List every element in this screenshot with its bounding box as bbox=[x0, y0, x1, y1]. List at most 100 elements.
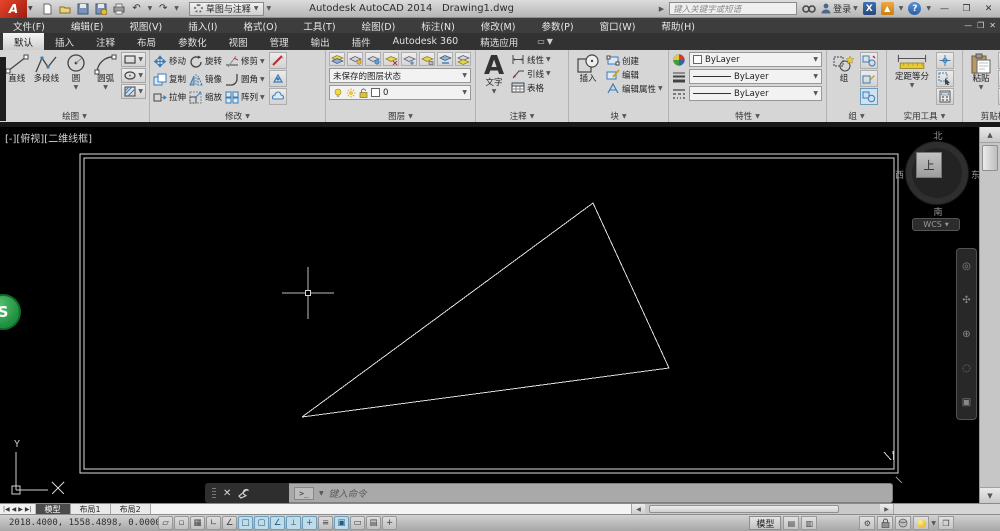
viewcube-north-label[interactable]: 北 bbox=[898, 129, 978, 142]
trim-caret-icon[interactable]: ▼ bbox=[260, 58, 265, 65]
toolbar-lock-button[interactable] bbox=[877, 516, 894, 530]
status-toggle-object-snap[interactable]: □ bbox=[238, 516, 253, 530]
command-input[interactable]: >_ ▼ 键入命令 bbox=[289, 483, 893, 503]
menu-item-6[interactable]: 绘图(D) bbox=[349, 18, 409, 33]
search-input[interactable]: 键入关键字或短语 bbox=[669, 2, 798, 15]
clean-screen-button[interactable]: ❐ bbox=[938, 516, 954, 530]
window-minimize-button[interactable]: — bbox=[936, 2, 953, 16]
ribbon-tab-5[interactable]: 视图 bbox=[218, 33, 259, 50]
ellipse-button[interactable]: ▼ bbox=[121, 68, 146, 83]
linetype-icon[interactable] bbox=[672, 88, 686, 100]
command-line-grip[interactable]: ✕ bbox=[205, 483, 289, 503]
edit-block-button[interactable]: 编辑 bbox=[606, 68, 663, 81]
customize-wrench-icon[interactable] bbox=[238, 487, 250, 499]
erase-button[interactable] bbox=[268, 52, 287, 69]
menu-item-3[interactable]: 插入(I) bbox=[175, 18, 230, 33]
tab-layout1[interactable]: 布局1 bbox=[70, 504, 111, 514]
layer-isolate-button[interactable] bbox=[383, 52, 399, 66]
quick-select-button[interactable] bbox=[936, 70, 954, 87]
leader-button[interactable]: 引线 ▼ bbox=[511, 67, 551, 80]
fillet-button[interactable]: 圆角 ▼ bbox=[225, 73, 265, 86]
menu-item-4[interactable]: 格式(O) bbox=[230, 18, 290, 33]
last-tab-button[interactable]: ▶| bbox=[25, 506, 32, 513]
array-caret-icon[interactable]: ▼ bbox=[260, 94, 265, 101]
menu-item-2[interactable]: 视图(V) bbox=[116, 18, 175, 33]
arc-button[interactable]: 圆弧 ▼ bbox=[92, 52, 120, 92]
status-toggle-snap-mode[interactable]: ▫ bbox=[174, 516, 189, 530]
undo-caret-icon[interactable]: ▼ bbox=[148, 5, 153, 12]
layer-dropdown[interactable]: 0 ▼ bbox=[329, 85, 471, 100]
ribbon-tab-1[interactable]: 插入 bbox=[44, 33, 85, 50]
insert-block-button[interactable]: 插入 bbox=[572, 52, 604, 85]
group-button[interactable]: 组 bbox=[830, 52, 858, 85]
rectangle-button[interactable]: ▼ bbox=[121, 52, 146, 67]
horizontal-scroll-thumb[interactable] bbox=[649, 505, 839, 513]
viewport-controls[interactable]: [-][俯视][二维线框] bbox=[5, 130, 92, 145]
move-button[interactable]: 移动 bbox=[153, 54, 186, 68]
measure-caret-icon[interactable]: ▼ bbox=[910, 82, 915, 90]
create-block-button[interactable]: 创建 bbox=[606, 54, 663, 67]
status-toggle-lineweight[interactable]: ≡ bbox=[318, 516, 333, 530]
hatch-button[interactable]: ▼ bbox=[121, 84, 146, 99]
horizontal-scrollbar[interactable]: ◀ ▶ bbox=[631, 504, 893, 514]
object-color-dropdown[interactable]: ByLayer ▼ bbox=[689, 52, 822, 67]
status-caret-icon[interactable]: ▼ bbox=[931, 520, 936, 527]
scale-button[interactable]: 缩放 bbox=[189, 91, 222, 104]
open-file-button[interactable] bbox=[58, 2, 72, 15]
help-icon[interactable]: ? bbox=[908, 2, 922, 15]
menu-item-9[interactable]: 参数(P) bbox=[528, 18, 586, 33]
modify-panel-footer[interactable]: 修改 ▼ bbox=[150, 110, 325, 122]
arc-caret-icon[interactable]: ▼ bbox=[103, 84, 108, 92]
status-toggle-object-snap-tracking[interactable]: ∠ bbox=[270, 516, 285, 530]
sign-in-button[interactable]: 登录 ▼ bbox=[821, 2, 858, 15]
menu-item-7[interactable]: 标注(N) bbox=[408, 18, 468, 33]
save-as-button[interactable] bbox=[94, 2, 108, 15]
status-toggle-ortho-mode[interactable]: ∟ bbox=[206, 516, 221, 530]
paste-caret-icon[interactable]: ▼ bbox=[979, 84, 984, 92]
isolate-objects-button[interactable] bbox=[895, 516, 912, 530]
scroll-up-button[interactable]: ▲ bbox=[980, 127, 1000, 143]
ribbon-tab-6[interactable]: 管理 bbox=[259, 33, 300, 50]
zoom-icon[interactable]: ⊕ bbox=[962, 329, 970, 340]
menu-item-0[interactable]: 文件(F) bbox=[0, 18, 58, 33]
vertical-scroll-thumb[interactable] bbox=[982, 145, 998, 171]
draw-panel-footer[interactable]: 绘图 ▼ bbox=[0, 110, 149, 122]
layer-properties-button[interactable] bbox=[329, 52, 345, 66]
app-logo[interactable]: A bbox=[0, 0, 27, 18]
ungroup-button[interactable] bbox=[860, 52, 878, 69]
paste-button[interactable]: 粘贴 ▼ bbox=[966, 52, 996, 92]
menu-item-11[interactable]: 帮助(H) bbox=[648, 18, 708, 33]
ribbon-tab-2[interactable]: 注释 bbox=[85, 33, 126, 50]
ribbon-tab-4[interactable]: 参数化 bbox=[167, 33, 218, 50]
annotation-panel-footer[interactable]: 注释 ▼ bbox=[476, 110, 568, 122]
table-button[interactable]: 表格 bbox=[511, 81, 551, 94]
doc-close-button[interactable]: ✕ bbox=[989, 21, 996, 30]
full-navigation-wheel-icon[interactable]: ◎ bbox=[962, 261, 971, 272]
workspace-switcher[interactable]: 草图与注释 ▼ bbox=[188, 1, 264, 16]
utilities-panel-footer[interactable]: 实用工具 ▼ bbox=[887, 110, 962, 122]
group-edit-button[interactable] bbox=[860, 70, 878, 87]
status-toggle-quick-properties[interactable]: ▭ bbox=[350, 516, 365, 530]
revision-cloud-button[interactable] bbox=[268, 88, 287, 105]
menu-item-8[interactable]: 修改(M) bbox=[468, 18, 529, 33]
new-file-button[interactable] bbox=[40, 2, 54, 15]
plot-button[interactable] bbox=[112, 2, 126, 15]
circle-caret-icon[interactable]: ▼ bbox=[74, 84, 79, 92]
scroll-left-button[interactable]: ◀ bbox=[632, 504, 645, 514]
a360-caret-icon[interactable]: ▼ bbox=[899, 5, 904, 12]
scroll-down-button[interactable]: ▼ bbox=[980, 487, 1000, 503]
coordinates-display[interactable]: 2018.4000, 1558.4898, 0.0000 bbox=[0, 518, 161, 528]
layer-lock-button[interactable] bbox=[419, 52, 435, 66]
linetype-dropdown[interactable]: ByLayer ▼ bbox=[689, 86, 822, 101]
viewcube-west-label[interactable]: 西 bbox=[895, 168, 904, 181]
layer-match-button[interactable] bbox=[437, 52, 453, 66]
ribbon-tab-0[interactable]: 默认 bbox=[3, 33, 45, 50]
text-caret-icon[interactable]: ▼ bbox=[492, 88, 497, 96]
exchange-apps-icon[interactable]: X bbox=[862, 2, 876, 15]
array-button[interactable]: 阵列 ▼ bbox=[225, 91, 265, 104]
status-toggle-polar-tracking[interactable]: ∠ bbox=[222, 516, 237, 530]
model-space-toggle[interactable]: 模型 bbox=[749, 516, 782, 530]
copy-button[interactable]: 复制 bbox=[153, 73, 186, 86]
vertical-scrollbar[interactable]: ▲ ▼ bbox=[979, 127, 1000, 503]
properties-panel-footer[interactable]: 特性 ▼ bbox=[669, 110, 826, 122]
